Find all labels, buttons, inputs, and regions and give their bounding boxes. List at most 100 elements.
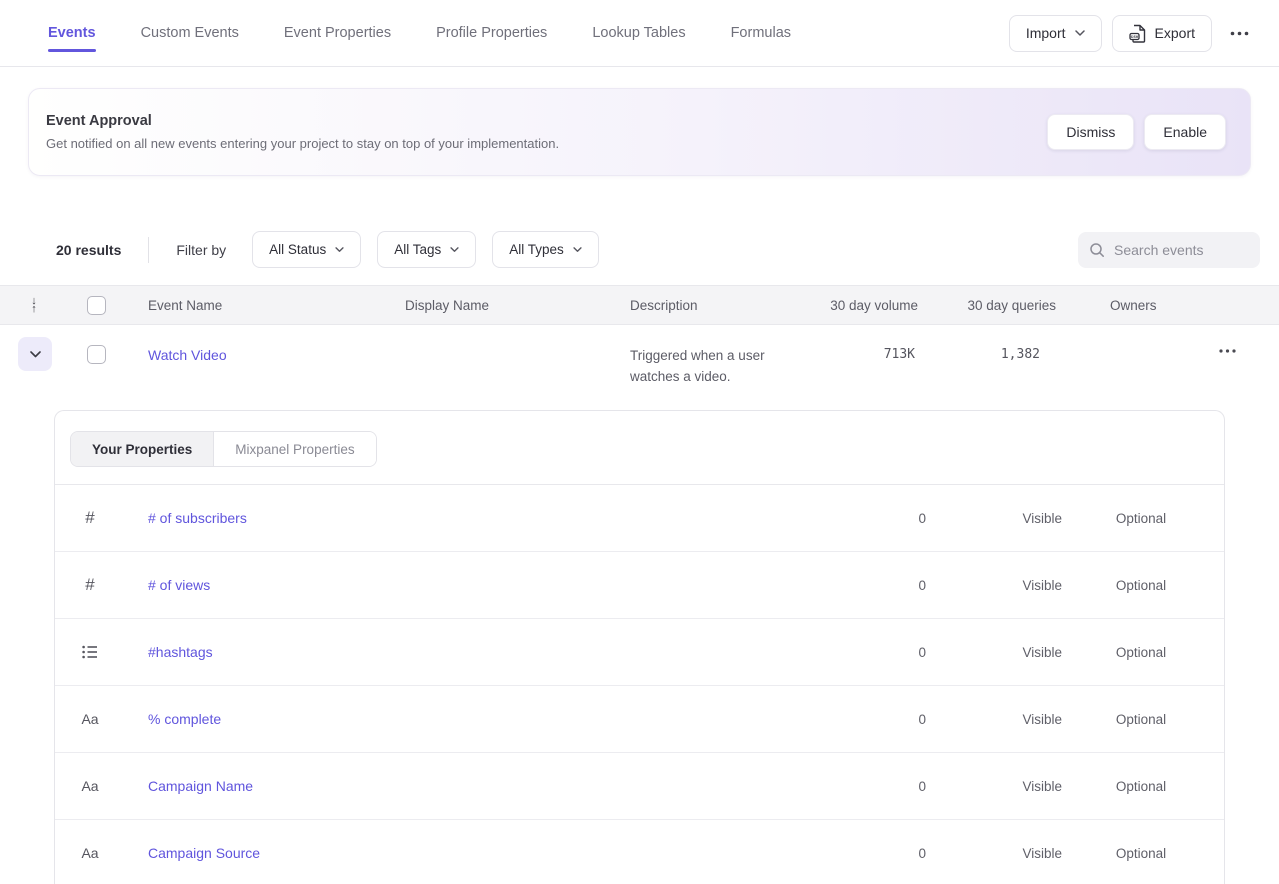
tab-event-properties[interactable]: Event Properties bbox=[284, 0, 391, 66]
select-all-checkbox[interactable] bbox=[87, 296, 106, 315]
property-requirement: Optional bbox=[1066, 511, 1216, 526]
column-30-day-volume: 30 day volume bbox=[820, 298, 920, 313]
top-nav: Events Custom Events Event Properties Pr… bbox=[0, 0, 1279, 67]
property-queries: 0 bbox=[796, 712, 926, 727]
banner-actions: Dismiss Enable bbox=[1047, 114, 1226, 150]
text-icon: Aa bbox=[81, 778, 98, 794]
property-visibility: Visible bbox=[926, 645, 1066, 660]
column-description: Description bbox=[630, 298, 820, 313]
property-queries: 0 bbox=[796, 511, 926, 526]
property-name-link[interactable]: # of subscribers bbox=[125, 510, 796, 526]
text-icon: Aa bbox=[81, 845, 98, 861]
search-input[interactable] bbox=[1114, 242, 1249, 258]
property-requirement: Optional bbox=[1066, 846, 1216, 861]
property-visibility: Visible bbox=[926, 846, 1066, 861]
property-row: Aa Campaign Source 0 Visible Optional bbox=[55, 820, 1224, 884]
property-queries: 0 bbox=[796, 578, 926, 593]
property-name-link[interactable]: % complete bbox=[125, 711, 796, 727]
tab-profile-properties[interactable]: Profile Properties bbox=[436, 0, 547, 66]
number-icon: # bbox=[85, 508, 94, 528]
dismiss-button[interactable]: Dismiss bbox=[1047, 114, 1134, 150]
event-approval-banner: Event Approval Get notified on all new e… bbox=[28, 88, 1251, 176]
csv-file-icon: csv bbox=[1129, 24, 1146, 43]
banner-text: Event Approval Get notified on all new e… bbox=[46, 113, 559, 151]
property-visibility: Visible bbox=[926, 511, 1066, 526]
column-owners: Owners bbox=[1060, 298, 1190, 313]
event-properties-panel: Your Properties Mixpanel Properties # # … bbox=[54, 410, 1225, 884]
svg-text:csv: csv bbox=[1130, 34, 1138, 39]
banner-description: Get notified on all new events entering … bbox=[46, 136, 559, 151]
chevron-down-icon bbox=[573, 247, 582, 253]
property-queries: 0 bbox=[796, 779, 926, 794]
event-name-link[interactable]: Watch Video bbox=[124, 347, 405, 363]
property-name-link[interactable]: Campaign Source bbox=[125, 845, 796, 861]
property-name-link[interactable]: #hashtags bbox=[125, 644, 796, 660]
property-name-link[interactable]: Campaign Name bbox=[125, 778, 796, 794]
property-name-link[interactable]: # of views bbox=[125, 577, 796, 593]
enable-button[interactable]: Enable bbox=[1144, 114, 1226, 150]
banner-title: Event Approval bbox=[46, 113, 559, 129]
filter-bar: 20 results Filter by All Status All Tags… bbox=[56, 231, 1260, 268]
row-collapse-button[interactable] bbox=[18, 337, 52, 371]
export-button[interactable]: csv Export bbox=[1112, 15, 1212, 52]
divider bbox=[148, 237, 149, 263]
row-more-button[interactable] bbox=[1211, 343, 1244, 359]
property-visibility: Visible bbox=[926, 578, 1066, 593]
column-display-name: Display Name bbox=[405, 298, 630, 313]
property-row: Aa Campaign Name 0 Visible Optional bbox=[55, 753, 1224, 820]
event-30-day-queries: 1,382 bbox=[920, 347, 1060, 362]
property-row: # # of views 0 Visible Optional bbox=[55, 552, 1224, 619]
lexicon-tabs: Events Custom Events Event Properties Pr… bbox=[48, 0, 791, 66]
property-visibility: Visible bbox=[926, 712, 1066, 727]
ellipsis-icon bbox=[1230, 31, 1249, 36]
tab-your-properties[interactable]: Your Properties bbox=[71, 432, 213, 466]
chevron-down-icon bbox=[335, 247, 344, 253]
property-requirement: Optional bbox=[1066, 645, 1216, 660]
text-icon: Aa bbox=[81, 711, 98, 727]
nav-actions: Import csv Export bbox=[1009, 15, 1257, 52]
event-30-day-volume: 713K bbox=[820, 347, 920, 362]
tags-filter-dropdown[interactable]: All Tags bbox=[377, 231, 476, 268]
search-icon bbox=[1089, 242, 1105, 258]
chevron-down-icon bbox=[1075, 30, 1085, 37]
property-requirement: Optional bbox=[1066, 779, 1216, 794]
list-icon bbox=[82, 645, 98, 659]
property-visibility: Visible bbox=[926, 779, 1066, 794]
properties-tab-bar: Your Properties Mixpanel Properties bbox=[55, 411, 1224, 485]
event-description: Triggered when a user watches a video. bbox=[630, 345, 820, 387]
collapse-rows-icon[interactable]: ↓↑ bbox=[31, 297, 37, 313]
tab-custom-events[interactable]: Custom Events bbox=[141, 0, 239, 66]
import-button[interactable]: Import bbox=[1009, 15, 1102, 52]
results-count: 20 results bbox=[56, 242, 121, 258]
property-requirement: Optional bbox=[1066, 578, 1216, 593]
property-row: # # of subscribers 0 Visible Optional bbox=[55, 485, 1224, 552]
property-requirement: Optional bbox=[1066, 712, 1216, 727]
chevron-down-icon bbox=[30, 351, 41, 358]
event-row: Watch Video Triggered when a user watche… bbox=[0, 325, 1279, 410]
row-checkbox[interactable] bbox=[87, 345, 106, 364]
properties-segmented-control: Your Properties Mixpanel Properties bbox=[70, 431, 377, 467]
property-queries: 0 bbox=[796, 846, 926, 861]
tags-filter-label: All Tags bbox=[394, 242, 441, 257]
types-filter-label: All Types bbox=[509, 242, 564, 257]
column-event-name: Event Name bbox=[124, 298, 405, 313]
status-filter-label: All Status bbox=[269, 242, 326, 257]
property-queries: 0 bbox=[796, 645, 926, 660]
tab-events[interactable]: Events bbox=[48, 0, 96, 66]
column-30-day-queries: 30 day queries bbox=[920, 298, 1060, 313]
status-filter-dropdown[interactable]: All Status bbox=[252, 231, 361, 268]
chevron-down-icon bbox=[450, 247, 459, 253]
tab-lookup-tables[interactable]: Lookup Tables bbox=[592, 0, 685, 66]
ellipsis-icon bbox=[1219, 349, 1236, 353]
tab-formulas[interactable]: Formulas bbox=[731, 0, 791, 66]
import-label: Import bbox=[1026, 25, 1066, 41]
property-row: Aa % complete 0 Visible Optional bbox=[55, 686, 1224, 753]
filter-by-label: Filter by bbox=[176, 242, 226, 258]
number-icon: # bbox=[85, 575, 94, 595]
search-box bbox=[1078, 232, 1260, 268]
nav-more-button[interactable] bbox=[1222, 25, 1257, 42]
tab-mixpanel-properties[interactable]: Mixpanel Properties bbox=[213, 432, 375, 466]
export-label: Export bbox=[1155, 25, 1195, 41]
events-table-header: ↓↑ Event Name Display Name Description 3… bbox=[0, 285, 1279, 325]
types-filter-dropdown[interactable]: All Types bbox=[492, 231, 599, 268]
